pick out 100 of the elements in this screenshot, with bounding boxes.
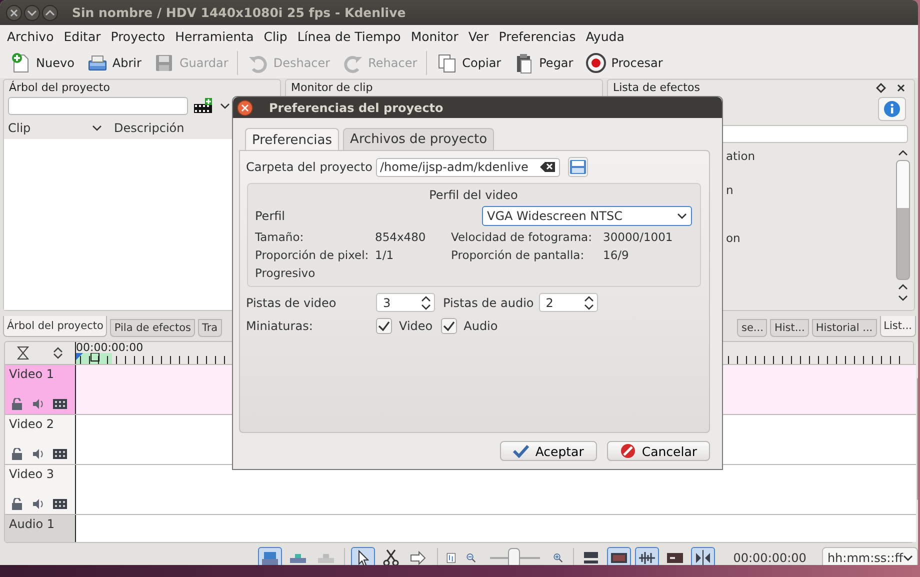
close-icon[interactable] bbox=[237, 100, 253, 116]
menu-item[interactable]: Proyecto bbox=[106, 26, 170, 46]
film-icon[interactable] bbox=[53, 449, 67, 459]
spin-box[interactable]: 2 bbox=[538, 293, 598, 312]
dock-tab[interactable]: Historial ... bbox=[812, 319, 877, 337]
list-item[interactable]: ation bbox=[726, 149, 896, 163]
hourglass-icon[interactable] bbox=[16, 346, 28, 360]
scroll-up-icon[interactable] bbox=[898, 283, 908, 291]
close-icon[interactable] bbox=[6, 4, 22, 20]
dock-tab[interactable]: Árbol del proyecto bbox=[3, 316, 108, 337]
scroll-down-icon[interactable] bbox=[898, 294, 908, 302]
list-item[interactable]: on bbox=[726, 231, 896, 245]
scroll-up-icon[interactable] bbox=[898, 149, 908, 157]
sort-chevron-icon[interactable] bbox=[92, 124, 102, 132]
filmstrip-icon bbox=[582, 549, 600, 565]
menu-item[interactable]: Editar bbox=[58, 26, 106, 46]
lock-icon[interactable] bbox=[11, 398, 23, 410]
toolbar-button[interactable]: Nuevo bbox=[4, 48, 80, 76]
float-icon[interactable] bbox=[876, 82, 886, 92]
speaker-icon[interactable] bbox=[32, 398, 44, 410]
close-icon[interactable] bbox=[896, 82, 906, 92]
info-icon bbox=[883, 100, 901, 118]
checkbox-label[interactable]: Video bbox=[399, 319, 433, 333]
property-label: Proporción de pixel: bbox=[255, 248, 370, 262]
ok-button[interactable]: Aceptar bbox=[500, 441, 597, 461]
scrollbar-thumb[interactable] bbox=[896, 160, 910, 280]
checkbox[interactable] bbox=[376, 318, 392, 334]
toggle-button[interactable] bbox=[350, 547, 375, 565]
track-name: Video 2 bbox=[8, 417, 56, 431]
menu-item[interactable]: Preferencias bbox=[494, 26, 581, 46]
track-header[interactable]: Audio 1 bbox=[5, 515, 75, 542]
waveform-icon bbox=[638, 549, 656, 565]
check-icon bbox=[513, 444, 530, 458]
menu-item[interactable]: Ver bbox=[463, 26, 494, 46]
check-icon bbox=[378, 320, 390, 332]
track-header[interactable]: Video 3 bbox=[5, 465, 75, 514]
folder-field[interactable]: /home/ijsp-adm/kdenlive bbox=[376, 158, 560, 176]
spin-box[interactable]: 3 bbox=[376, 293, 435, 312]
column-header[interactable]: Clip bbox=[8, 121, 92, 135]
checkbox[interactable] bbox=[440, 318, 457, 334]
cancel-button[interactable]: Cancelar bbox=[606, 441, 710, 461]
menu-item[interactable]: Ayuda bbox=[580, 26, 630, 46]
column-header[interactable]: Descripción bbox=[110, 121, 184, 135]
toggle-button[interactable] bbox=[258, 547, 282, 565]
menu-item[interactable]: Monitor bbox=[406, 26, 464, 46]
property-label: Tamaño: bbox=[255, 230, 305, 244]
track-header[interactable]: Video 1 bbox=[5, 365, 75, 414]
toolbar-button[interactable]: Copiar bbox=[430, 48, 508, 76]
toggle-button[interactable] bbox=[691, 547, 716, 565]
dock-title: Lista de efectos bbox=[612, 80, 701, 95]
maximize-icon[interactable] bbox=[42, 4, 58, 20]
film-icon[interactable] bbox=[53, 499, 67, 509]
speaker-icon[interactable] bbox=[32, 498, 44, 510]
toggle-button[interactable] bbox=[607, 547, 632, 565]
menu-item[interactable]: Línea de Tiempo bbox=[292, 26, 406, 46]
dock-tab[interactable]: Pila de efectos bbox=[110, 319, 195, 337]
lock-icon[interactable] bbox=[11, 448, 23, 460]
dock-tab[interactable]: List... bbox=[880, 316, 916, 337]
tab[interactable]: Archivos de proyecto bbox=[343, 128, 494, 150]
property-value: 1/1 bbox=[375, 248, 395, 262]
minimize-icon[interactable] bbox=[24, 4, 40, 20]
lock-icon[interactable] bbox=[11, 498, 23, 510]
add-clip-icon[interactable] bbox=[194, 98, 214, 114]
slider-thumb[interactable] bbox=[508, 548, 520, 565]
browse-button[interactable] bbox=[568, 157, 588, 177]
record-icon bbox=[585, 52, 608, 74]
clear-icon[interactable] bbox=[540, 161, 556, 173]
scissors-icon bbox=[382, 549, 400, 565]
toolbar-button[interactable]: Abrir bbox=[80, 48, 148, 76]
film-icon[interactable] bbox=[53, 399, 67, 409]
field-label: Perfil bbox=[255, 209, 286, 223]
dock-tab[interactable]: Hist... bbox=[770, 319, 809, 337]
timecode-format-dropdown[interactable]: hh:mm:ss::ff bbox=[822, 547, 918, 565]
dock-tab[interactable]: se... bbox=[737, 319, 768, 337]
checkbox-label[interactable]: Audio bbox=[464, 319, 498, 333]
list-item[interactable]: n bbox=[726, 183, 896, 197]
menu-item[interactable]: Archivo bbox=[2, 26, 59, 46]
tab[interactable]: Preferencias bbox=[245, 128, 340, 150]
property-value: 30000/1001 bbox=[603, 230, 674, 244]
track-header[interactable]: Video 2 bbox=[5, 415, 75, 464]
toggle-button[interactable] bbox=[635, 547, 660, 565]
toolbar-button[interactable]: Procesar bbox=[579, 48, 669, 76]
toolbar-button[interactable]: Pegar bbox=[507, 48, 580, 76]
field-label: Pistas de audio bbox=[443, 296, 534, 310]
expand-collapse-icon[interactable] bbox=[52, 346, 64, 360]
chevron-down-icon[interactable] bbox=[220, 102, 230, 110]
dialog-title: Preferencias del proyecto bbox=[269, 100, 444, 114]
field-label: Miniaturas: bbox=[246, 319, 314, 333]
chevron-down-icon bbox=[903, 554, 913, 562]
speaker-icon[interactable] bbox=[32, 448, 44, 460]
menu-item[interactable]: Clip bbox=[258, 26, 292, 46]
track-blocks-icon bbox=[261, 549, 279, 565]
search-field[interactable] bbox=[8, 97, 188, 115]
info-button[interactable] bbox=[878, 97, 906, 121]
dock-tab[interactable]: Tra bbox=[198, 319, 222, 337]
menu-item[interactable]: Herramienta bbox=[170, 26, 259, 46]
window-title: Sin nombre / HDV 1440x1080i 25 fps - Kdenlive bbox=[72, 5, 406, 20]
property-value: 16/9 bbox=[603, 248, 630, 262]
split-icon bbox=[694, 549, 712, 565]
profile-dropdown[interactable]: VGA Widescreen NTSC bbox=[482, 206, 692, 226]
